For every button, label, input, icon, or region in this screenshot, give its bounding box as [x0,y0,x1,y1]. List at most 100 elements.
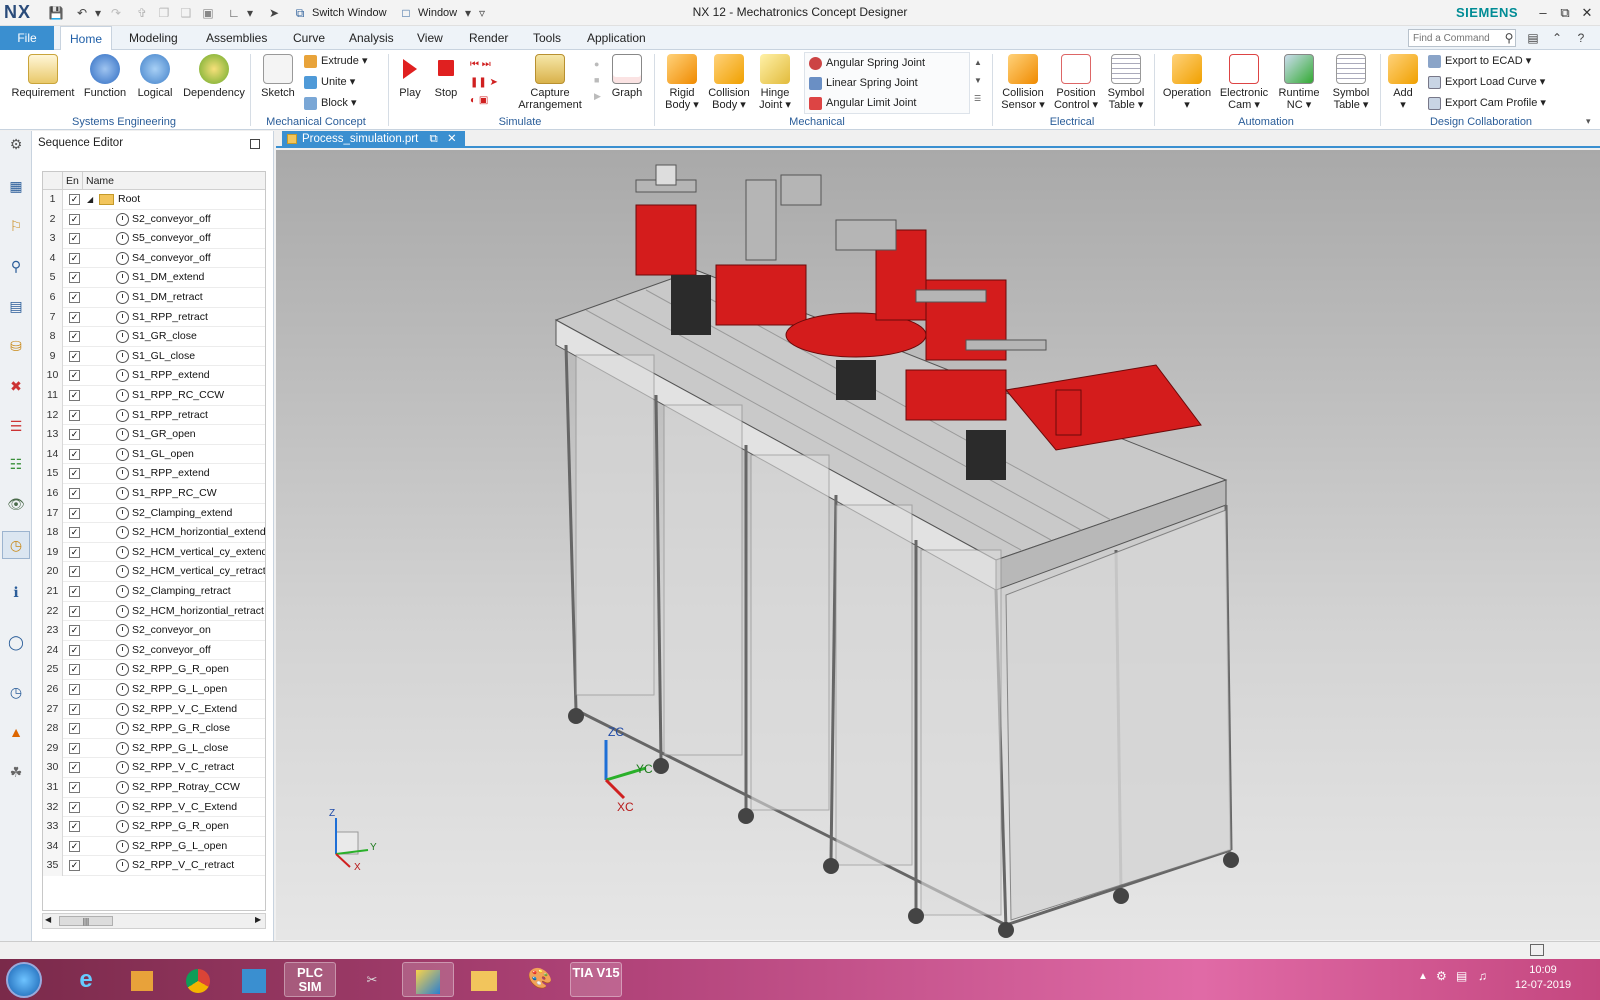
paste-icon[interactable]: ❑ [178,5,194,21]
web-browser-icon[interactable]: ☘ [5,761,27,783]
search-icon[interactable]: ⚲ [1500,29,1518,47]
table-row[interactable]: 7 ✓ S1_RPP_retract [43,307,265,328]
tab-curve[interactable]: Curve [284,26,334,50]
table-row[interactable]: 30 ✓ S2_RPP_V_C_retract [43,758,265,778]
tab-analysis[interactable]: Analysis [340,26,403,50]
enabled-checkbox[interactable]: ✓ [69,194,80,205]
collapse-ribbon-icon[interactable]: ⌃ [1548,29,1566,47]
enabled-checkbox[interactable]: ✓ [69,703,80,715]
enabled-checkbox[interactable]: ✓ [69,782,80,793]
enabled-checkbox[interactable]: ✓ [69,292,80,303]
scroll-left-icon[interactable]: ◀ [45,915,51,924]
collision-body-button[interactable]: Collision Body ▾ [706,54,752,111]
dependency-button[interactable]: Dependency [180,54,248,99]
window-menu[interactable]: Window [418,5,457,21]
enabled-checkbox[interactable]: ✓ [69,546,80,558]
timeline-icon[interactable]: ◷ [5,681,27,703]
detach-tab-icon[interactable]: ⧉ [430,133,438,145]
wcs-dropdown-icon[interactable]: ▾ [242,5,258,21]
tray-app-icon[interactable]: ⚙ [1436,969,1447,983]
tab-tools[interactable]: Tools [524,26,570,50]
roles-icon[interactable]: ▲ [5,721,27,743]
enabled-checkbox[interactable]: ✓ [69,664,80,676]
capture-arrangement-button[interactable]: Capture Arrangement [512,54,588,111]
enabled-checkbox[interactable]: ✓ [69,860,80,872]
sequence-editor-icon[interactable]: ◷ [2,531,30,559]
function-navigator-icon[interactable]: ⚐ [5,215,27,237]
symbol-table-button[interactable]: Symbol Table ▾ [1104,54,1148,111]
table-row[interactable]: 34 ✓ S2_RPP_G_L_open [43,836,265,857]
internet-explorer-icon[interactable]: e [60,962,112,997]
operation-button[interactable]: Operation ▾ [1160,54,1214,111]
tab-render[interactable]: Render [460,26,517,50]
tab-assemblies[interactable]: Assemblies [197,26,276,50]
unite-button[interactable]: Unite ▾ [304,73,355,91]
tab-application[interactable]: Application [578,26,655,50]
electronic-cam-button[interactable]: Electronic Cam ▾ [1218,54,1270,111]
tray-expand-icon[interactable]: ▲ [1418,971,1428,982]
table-row[interactable]: 11 ✓ S1_RPP_RC_CCW [43,386,265,406]
physics-navigator-icon[interactable]: ☰ [5,415,27,437]
enabled-checkbox[interactable]: ✓ [69,331,80,343]
document-tab[interactable]: Process_simulation.prt ⧉ ✕ [282,131,465,148]
enabled-checkbox[interactable]: ✓ [69,507,80,519]
ribbon-options-icon[interactable]: ▤ [1524,29,1542,47]
enabled-checkbox[interactable]: ✓ [69,723,80,735]
table-row[interactable]: 28 ✓ S2_RPP_G_R_close [43,719,265,739]
enabled-checkbox[interactable]: ✓ [69,625,80,637]
assembly-navigator-icon[interactable]: ⛁ [5,335,27,357]
enabled-checkbox[interactable]: ✓ [69,488,80,499]
machine-model[interactable] [276,150,1600,940]
switch-window-icon[interactable]: ⧉ [292,5,308,21]
table-row[interactable]: 10 ✓ S1_RPP_extend [43,366,265,386]
enabled-checkbox[interactable]: ✓ [69,684,80,695]
enabled-checkbox[interactable]: ✓ [69,605,80,617]
enabled-checkbox[interactable]: ✓ [69,252,80,264]
chrome-icon[interactable] [172,962,224,997]
tab-view[interactable]: View [408,26,452,50]
add-button[interactable]: Add ▾ [1386,54,1420,111]
enabled-checkbox[interactable]: ✓ [69,429,80,441]
constraint-navigator-icon[interactable]: ✖ [5,375,27,397]
enabled-checkbox[interactable]: ✓ [69,468,80,480]
plcsim-taskbar-button[interactable]: PLC SIM [284,962,336,997]
enabled-checkbox[interactable]: ✓ [69,350,80,362]
full-screen-icon[interactable] [1530,944,1544,956]
restore-icon[interactable]: ⧉ [1554,4,1576,22]
enabled-checkbox[interactable]: ✓ [69,448,80,460]
table-row[interactable]: 2 ✓ S2_conveyor_off [43,209,265,230]
table-row[interactable]: 31 ✓ S2_RPP_Rotray_CCW [43,778,265,798]
requirement-button[interactable]: Requirement [10,54,76,99]
table-row[interactable]: 8 ✓ S1_GR_close [43,327,265,347]
table-row[interactable]: 21 ✓ S2_Clamping_retract [43,582,265,602]
customize-qat-icon[interactable]: ▿ [474,5,490,21]
runtime-nc-button[interactable]: Runtime NC ▾ [1274,54,1324,111]
settings-gear-icon[interactable]: ⚙ [5,133,27,155]
angular-limit-joint-button[interactable]: Angular Limit Joint [809,94,917,112]
enabled-checkbox[interactable]: ✓ [69,272,80,284]
table-row[interactable]: 13 ✓ S1_GR_open [43,425,265,445]
table-row[interactable]: 20 ✓ S2_HCM_vertical_cy_retract [43,562,265,582]
window-icon[interactable]: □ [398,5,414,21]
redo-icon[interactable]: ↷ [108,5,124,21]
table-row[interactable]: 12 ✓ S1_RPP_retract [43,405,265,426]
start-button-icon[interactable] [6,962,42,998]
export-load-curve-button[interactable]: Export Load Curve ▾ [1428,73,1545,91]
ribbon-more-icon[interactable]: ▾ [1586,116,1591,127]
export-to-ecad-button[interactable]: Export to ECAD ▾ [1428,52,1531,70]
enabled-checkbox[interactable]: ✓ [69,821,80,833]
runtime-inspector-icon[interactable]: 👁 [5,493,27,515]
angular-spring-joint-button[interactable]: Angular Spring Joint [809,54,925,72]
graphics-window[interactable]: ZC YC XC Z Y X [276,150,1600,940]
signal-mapping-icon[interactable]: ℹ [5,581,27,603]
collapse-icon[interactable]: ◢ [87,190,93,210]
table-row[interactable]: 29 ✓ S2_RPP_G_L_close [43,738,265,759]
enabled-checkbox[interactable]: ✓ [69,390,80,401]
table-row[interactable]: 4 ✓ S4_conveyor_off [43,248,265,269]
hinge-joint-button[interactable]: Hinge Joint ▾ [754,54,796,111]
save-icon[interactable]: 💾 [48,5,64,21]
enabled-checkbox[interactable]: ✓ [69,762,80,774]
table-row[interactable]: 33 ✓ S2_RPP_G_R_open [43,817,265,837]
horizontal-scrollbar[interactable]: ◀ ||| ▶ [42,913,266,929]
enabled-checkbox[interactable]: ✓ [69,586,80,597]
